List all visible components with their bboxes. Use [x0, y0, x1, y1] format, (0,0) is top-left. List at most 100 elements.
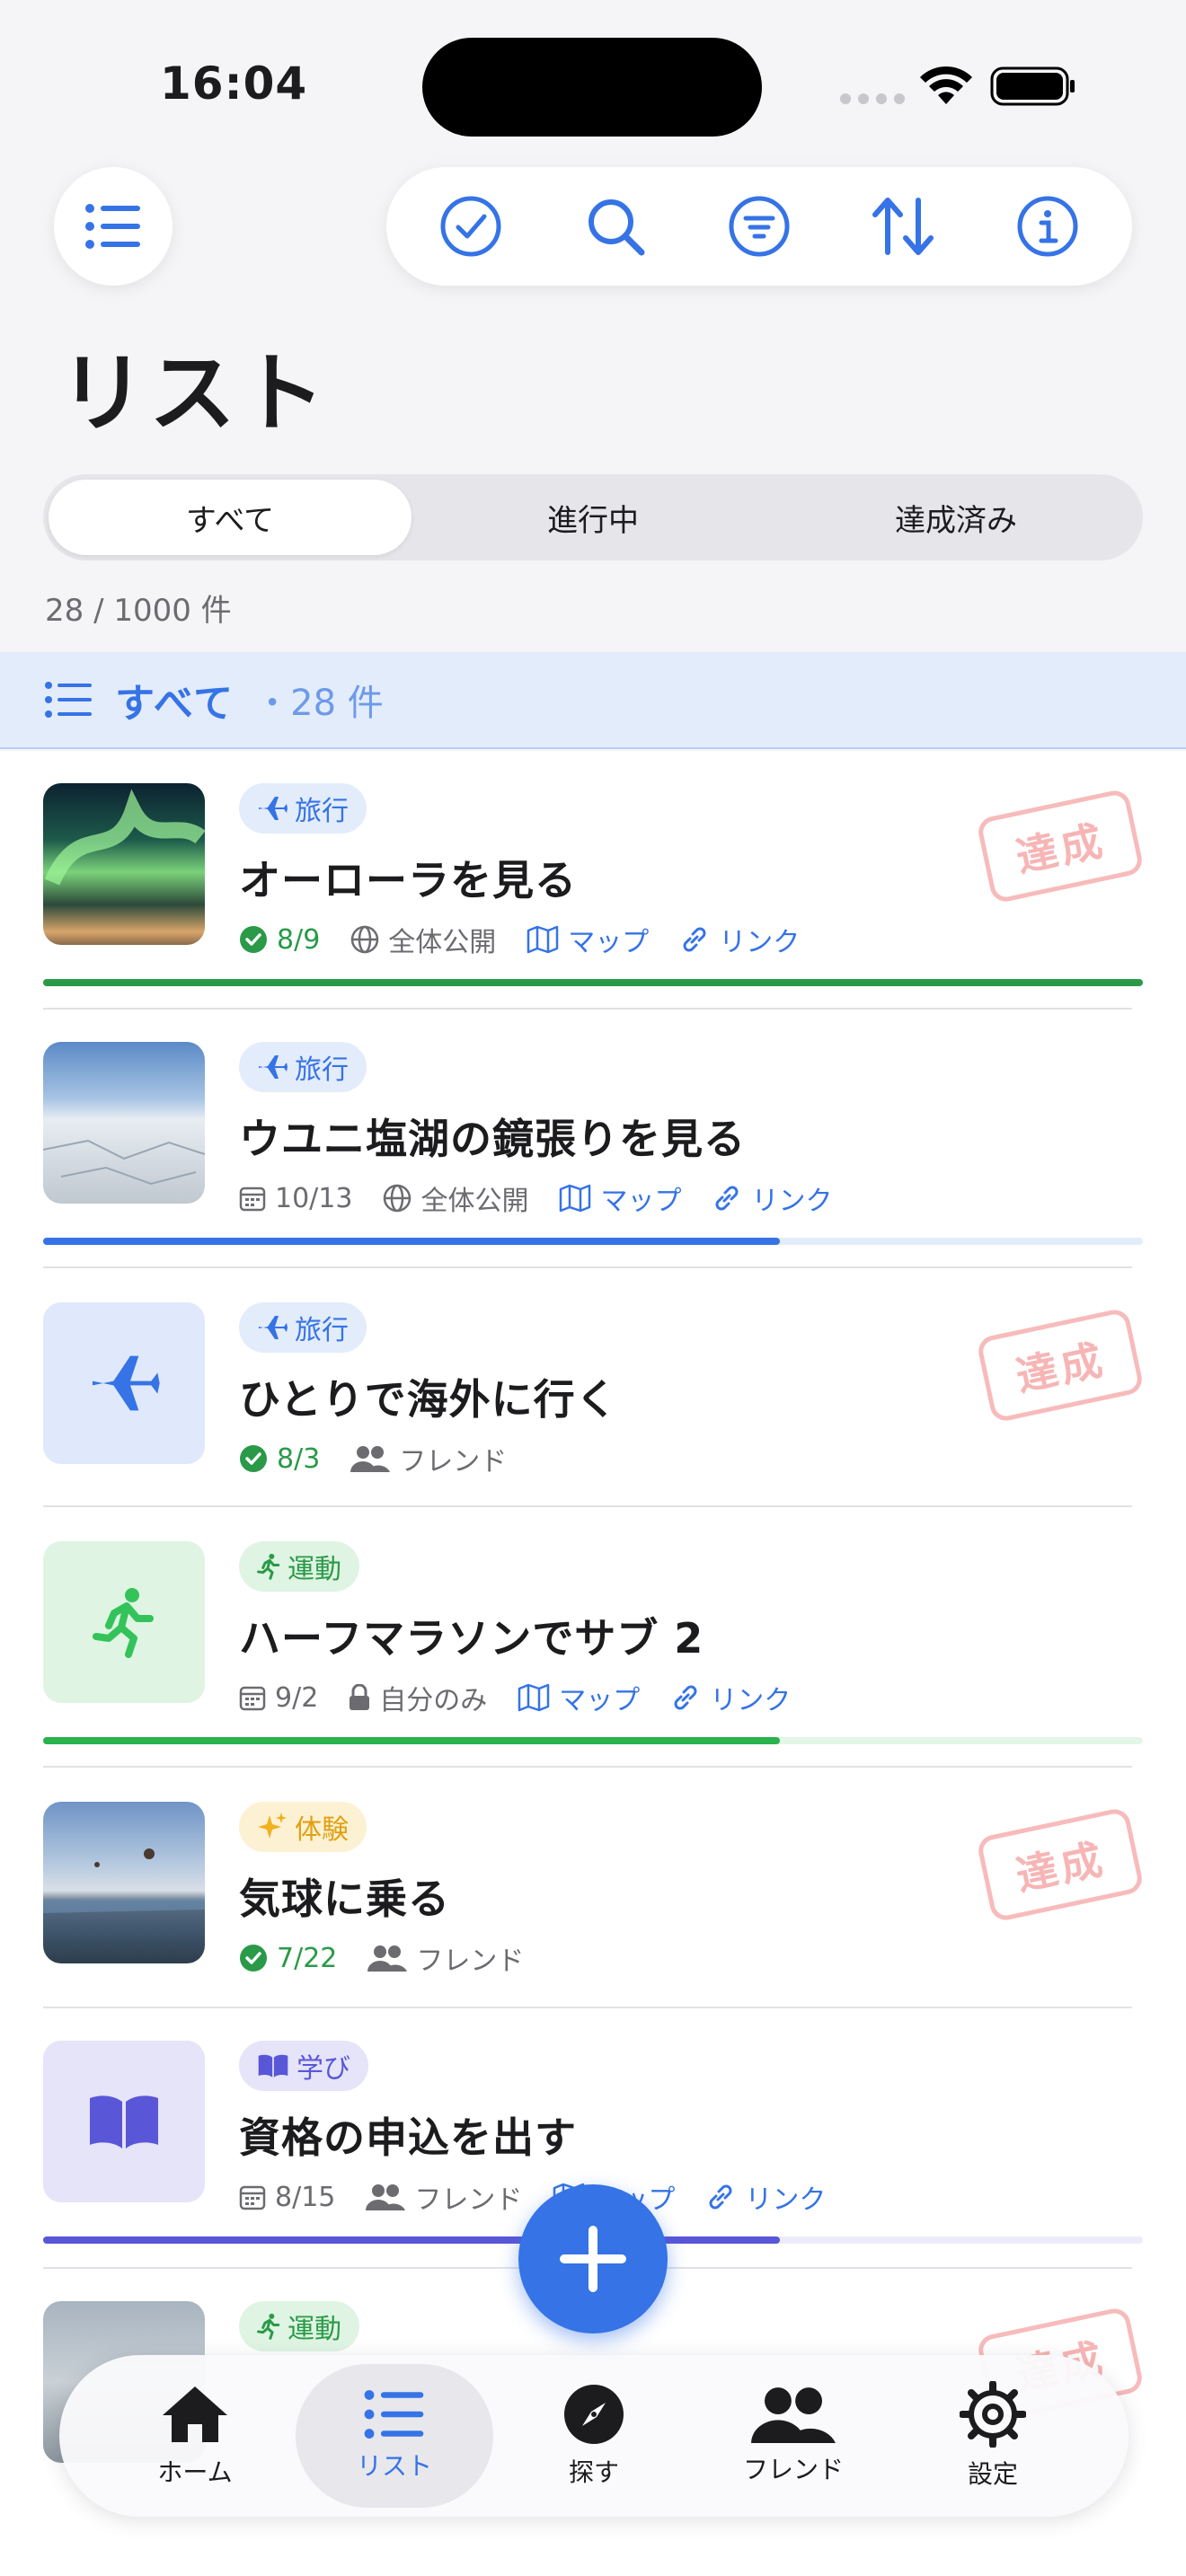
tab-bar: ホーム リスト 探す フレンド 設定 — [59, 2355, 1128, 2517]
menu-button[interactable] — [54, 167, 173, 286]
list-item[interactable]: 旅行 ひとりで海外に行く 8/3 フレンド 達成 — [43, 1302, 1146, 1500]
book-icon — [90, 2095, 158, 2148]
section-count: ・28 件 — [254, 683, 384, 724]
map-link[interactable]: マップ — [518, 1678, 640, 1717]
check-circle-icon — [240, 1945, 267, 1972]
segment-in-progress[interactable]: 進行中 — [412, 480, 774, 555]
visibility: 全体公開 — [383, 1178, 528, 1218]
airplane-icon — [259, 1316, 288, 1339]
list-item[interactable]: 体験 気球に乗る 7/22 フレンド 達成 — [43, 1802, 1146, 1999]
web-link[interactable]: リンク — [670, 1678, 791, 1717]
map-icon — [560, 1184, 591, 1213]
visibility: 全体公開 — [350, 920, 496, 959]
toolbar — [386, 167, 1132, 286]
map-link[interactable]: マップ — [527, 920, 649, 959]
running-icon — [93, 1588, 154, 1658]
achieved-date: 7/22 — [239, 1943, 337, 1974]
list-item[interactable]: 旅行 オーローラを見る 8/9 全体公開 マップ リンク 達成 — [43, 783, 1146, 999]
map-icon — [527, 925, 559, 954]
wifi-icon — [920, 66, 972, 104]
tag-label: 旅行 — [295, 1054, 349, 1086]
tab-friends[interactable]: フレンド — [695, 2364, 892, 2508]
sparkles-icon — [258, 1813, 287, 1839]
tab-explore[interactable]: 探す — [495, 2364, 693, 2508]
list-item[interactable]: 旅行 ウユニ塩湖の鏡張りを見る 10/13 全体公開 マップ リンク — [43, 1042, 1143, 1257]
link-icon — [683, 927, 706, 952]
tab-settings[interactable]: 設定 — [894, 2364, 1092, 2508]
check-circle-icon — [240, 1445, 267, 1472]
info-button[interactable] — [1003, 181, 1093, 271]
divider — [43, 2007, 1132, 2008]
map-link[interactable]: マップ — [559, 1178, 681, 1218]
tag-label: 運動 — [288, 1554, 341, 1585]
info-icon — [1017, 196, 1078, 257]
airplane-thumb — [43, 1302, 205, 1464]
friends-icon — [366, 2184, 406, 2210]
web-link[interactable]: リンク — [712, 1178, 832, 1218]
achieved-date: 8/9 — [239, 924, 320, 956]
search-button[interactable] — [571, 181, 660, 271]
item-title: オーローラを見る — [239, 856, 577, 904]
friends-icon — [751, 2387, 836, 2443]
airplane-icon — [93, 1355, 160, 1411]
item-title: ハーフマラソンでサブ 2 — [239, 1614, 704, 1663]
aurora-image — [43, 783, 205, 945]
visibility: フレンド — [350, 1439, 507, 1478]
link-icon — [674, 1685, 697, 1710]
list-icon — [45, 682, 92, 718]
list-icon — [364, 2390, 424, 2439]
status-time: 16:04 — [160, 57, 308, 110]
divider — [43, 1266, 1132, 1268]
item-title: ウユニ塩湖の鏡張りを見る — [239, 1115, 746, 1163]
globe-icon — [351, 925, 379, 954]
add-button[interactable] — [518, 2184, 668, 2333]
calendar-icon — [239, 1187, 266, 1212]
lock-icon — [350, 1684, 370, 1710]
running-thumb — [43, 1541, 205, 1703]
category-tag: 学び — [239, 2041, 368, 2091]
list-icon — [85, 204, 140, 249]
web-link[interactable]: リンク — [679, 920, 800, 959]
filter-button[interactable] — [714, 181, 804, 271]
web-link[interactable]: リンク — [705, 2177, 826, 2217]
house-icon — [163, 2386, 227, 2442]
globe-icon — [384, 1184, 412, 1213]
signal-icon — [840, 93, 905, 104]
visibility: フレンド — [366, 2177, 522, 2217]
airplane-icon — [259, 1055, 288, 1079]
list-item[interactable]: 運動 ハーフマラソンでサブ 2 9/2 自分のみ マップ リンク — [43, 1541, 1143, 1757]
gear-icon — [960, 2381, 1026, 2448]
tag-label: 旅行 — [295, 796, 349, 827]
balloon-image — [43, 1802, 205, 1963]
calendar-icon — [239, 2185, 266, 2210]
item-count: 28 / 1000 件 — [45, 593, 232, 629]
divider — [43, 1505, 1132, 1507]
category-tag: 運動 — [239, 1541, 359, 1592]
achieved-stamp: 達成 — [975, 1806, 1146, 1923]
segment-all[interactable]: すべて — [49, 480, 412, 555]
category-tag: 体験 — [239, 1802, 367, 1852]
tag-label: 旅行 — [295, 1315, 349, 1346]
item-title: ひとりで海外に行く — [239, 1375, 618, 1424]
running-icon — [257, 1553, 280, 1580]
friends-icon — [367, 1945, 408, 1972]
book-icon — [258, 2054, 288, 2078]
category-tag: 旅行 — [239, 1042, 367, 1092]
map-icon — [518, 1683, 550, 1712]
due-date: 9/2 — [239, 1682, 318, 1714]
segment-achieved[interactable]: 達成済み — [774, 480, 1137, 555]
filter-icon — [729, 196, 790, 257]
tag-label: 運動 — [288, 2314, 341, 2345]
sort-button[interactable] — [858, 181, 948, 271]
section-header[interactable]: すべて ・28 件 — [0, 652, 1186, 749]
tab-list[interactable]: リスト — [296, 2364, 493, 2508]
progress-bar — [43, 979, 1143, 986]
achieved-date: 8/3 — [239, 1443, 320, 1475]
category-tag: 旅行 — [239, 783, 367, 834]
divider — [43, 1766, 1132, 1768]
search-icon — [588, 199, 645, 256]
tab-home[interactable]: ホーム — [96, 2364, 294, 2508]
visibility: フレンド — [367, 1938, 524, 1978]
tag-label: 学び — [296, 2053, 350, 2085]
select-button[interactable] — [426, 181, 516, 271]
